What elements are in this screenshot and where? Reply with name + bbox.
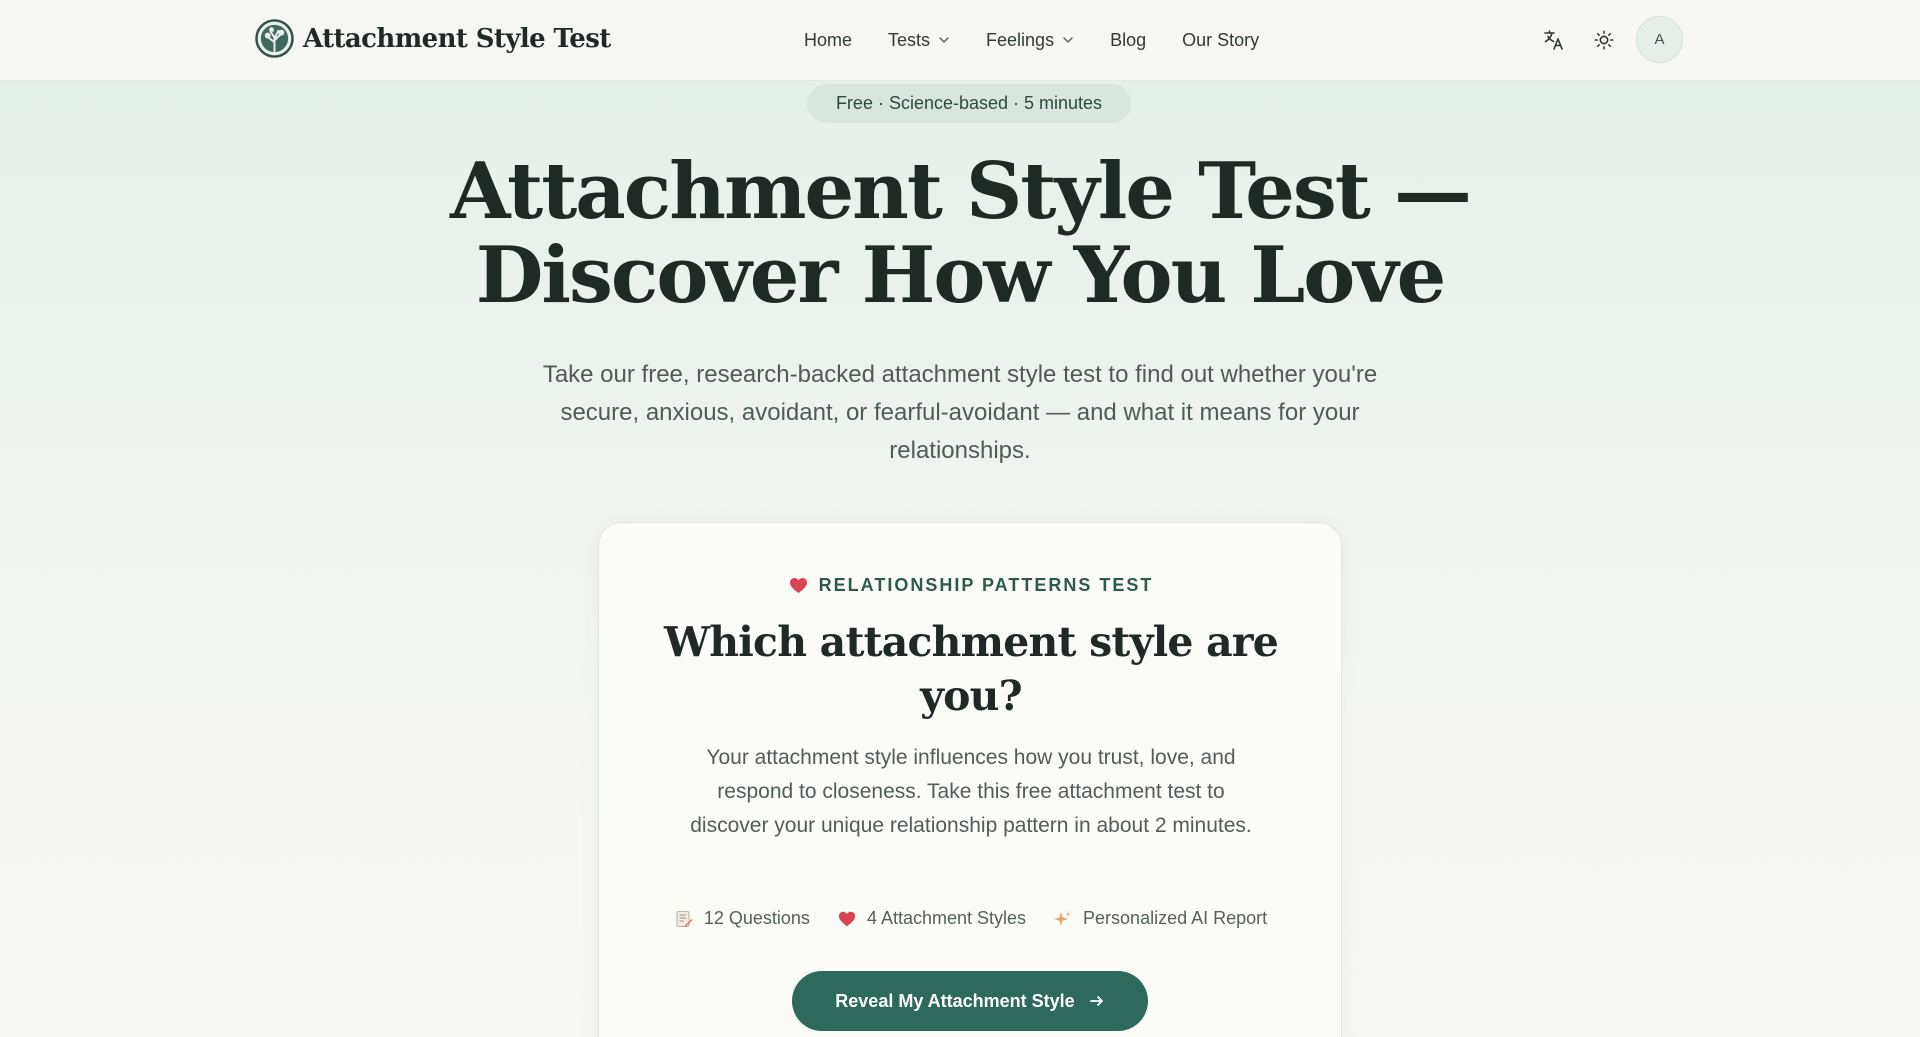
nav-home[interactable]: Home [804, 27, 852, 53]
chevron-down-icon [939, 37, 949, 43]
feature-report-label: Personalized AI Report [1083, 908, 1268, 928]
memo-icon [676, 910, 693, 927]
feature-report: Personalized AI Report [1054, 908, 1267, 929]
language-button[interactable] [1540, 26, 1568, 54]
feature-styles: 4 Attachment Styles [838, 908, 1026, 929]
nav-tests-label: Tests [888, 29, 931, 50]
avatar-initial: A [1654, 31, 1665, 48]
nav-blog[interactable]: Blog [1110, 27, 1146, 53]
sparkles-icon [1054, 910, 1072, 926]
translate-icon [1544, 30, 1563, 50]
feature-questions: 12 Questions [675, 908, 810, 929]
feature-list: 12 Questions 4 Attachment Styles Persona… [599, 908, 1343, 929]
main-nav: Home Tests Feelings Blog Our Story [804, 27, 1259, 53]
card-description: Your attachment style influences how you… [690, 746, 1252, 837]
card-eyebrow: RELATIONSHIP PATTERNS TEST [599, 575, 1343, 596]
nav-home-label: Home [804, 29, 853, 50]
page-title-line-1: Attachment Style Test — [450, 146, 1472, 237]
brand-name: Attachment Style Test [303, 23, 611, 54]
nav-blog-label: Blog [1110, 29, 1147, 50]
sun-icon [1594, 30, 1614, 50]
chevron-down-icon [1063, 37, 1073, 43]
nav-our-story[interactable]: Our Story [1182, 27, 1259, 53]
card-title: Which attachment style are you? [664, 618, 1279, 720]
hero-badge: Free · Science-based · 5 minutes [807, 84, 1131, 123]
feature-questions-label: 12 Questions [703, 908, 810, 928]
heart-icon [838, 911, 856, 926]
theme-toggle-button[interactable] [1590, 26, 1618, 54]
brand-logo[interactable]: Attachment Style Test [255, 19, 611, 58]
feature-styles-label: 4 Attachment Styles [866, 908, 1027, 928]
nav-feelings-label: Feelings [986, 29, 1055, 50]
page-title-line-2: Discover How You Love [475, 230, 1447, 321]
nav-our-story-label: Our Story [1182, 29, 1260, 50]
heart-icon [789, 577, 807, 594]
nav-tests[interactable]: Tests [888, 27, 950, 53]
page-title: Attachment Style Test — Discover How You… [360, 150, 1560, 318]
tree-logo-icon [255, 19, 294, 58]
site-header: Attachment Style Test Home Tests Feeling… [0, 0, 1920, 81]
card-eyebrow-text: RELATIONSHIP PATTERNS TEST [818, 575, 1154, 595]
reveal-style-button[interactable]: Reveal My Attachment Style [792, 971, 1148, 1031]
arrow-right-icon [1089, 996, 1103, 1006]
hero-badge-text: Free · Science-based · 5 minutes [835, 93, 1103, 113]
nav-feelings[interactable]: Feelings [986, 27, 1074, 53]
test-intro-card: RELATIONSHIP PATTERNS TEST Which attachm… [598, 522, 1342, 1037]
reveal-style-button-label: Reveal My Attachment Style [835, 990, 1075, 1011]
user-avatar[interactable]: A [1636, 16, 1683, 63]
hero-subtitle: Take our free, research-backed attachmen… [542, 361, 1378, 464]
